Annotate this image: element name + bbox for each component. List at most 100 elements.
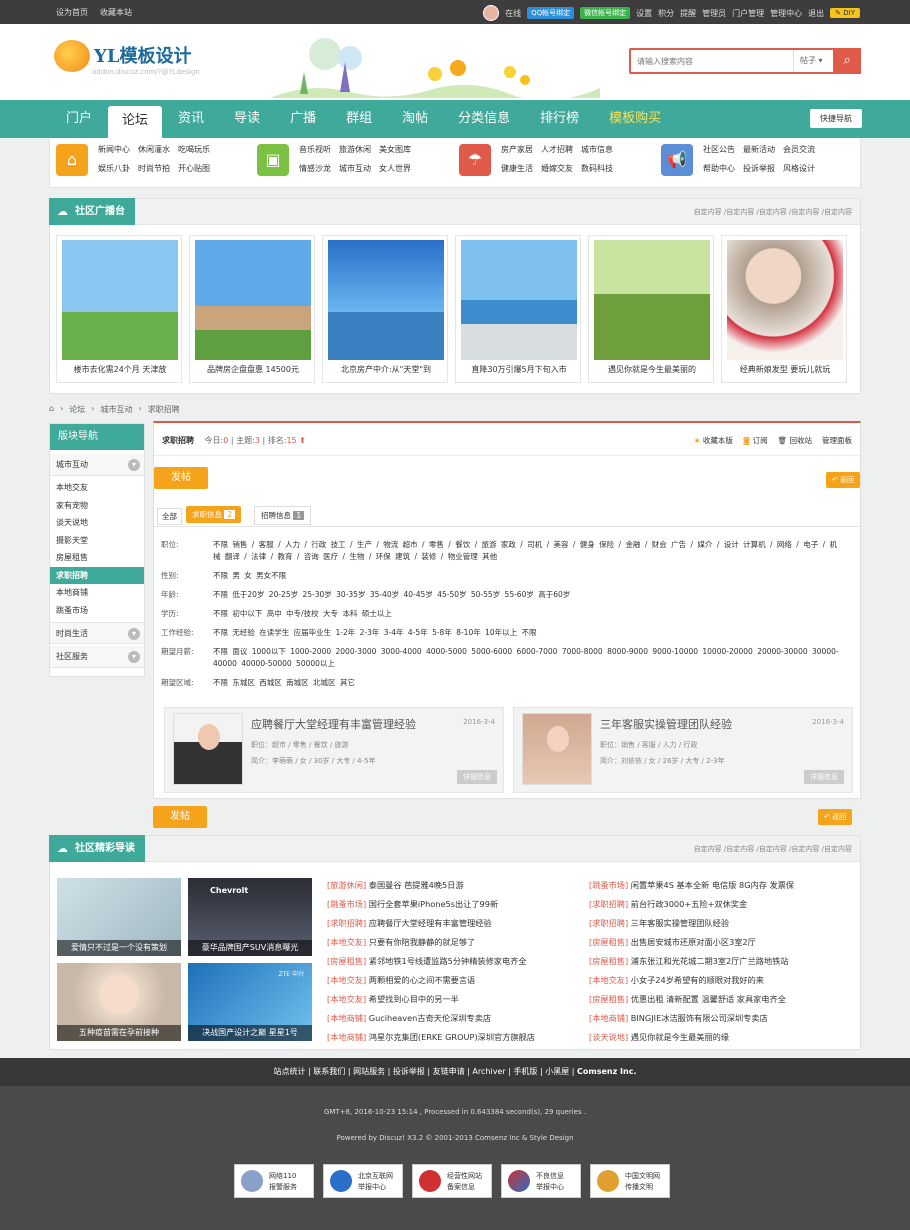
- subnav-link[interactable]: 休闲灌水: [138, 144, 170, 157]
- list-item[interactable]: [本地交友] 希望找到心目中的另一半: [327, 990, 535, 1009]
- home-icon[interactable]: ⌂: [49, 404, 54, 415]
- list-item[interactable]: [房屋租售] 紧邻地铁1号线遭监路5分钟精装修家电齐全: [327, 952, 535, 971]
- job-title[interactable]: 三年客服实操管理团队经验: [600, 716, 732, 732]
- subscribe-button[interactable]: ◙ 订阅: [743, 435, 768, 446]
- broadcast-slide[interactable]: 直降30万引爆5月下旬入市: [455, 235, 581, 383]
- footer-badge[interactable]: 北京互联网 举报中心: [323, 1164, 403, 1198]
- subnav-link[interactable]: 美女图库: [379, 144, 411, 157]
- subnav-link[interactable]: 最新活动: [743, 144, 775, 157]
- custom-link[interactable]: 自定内容: [694, 844, 727, 854]
- list-tag[interactable]: [求职招聘]: [327, 918, 366, 928]
- footer-badge[interactable]: 经营性网站 备案信息: [412, 1164, 492, 1198]
- topbar-link-center[interactable]: 管理中心: [770, 8, 802, 19]
- job-title[interactable]: 应聘餐厅大堂经理有丰富管理经验: [251, 716, 416, 732]
- subnav-link[interactable]: 城市互动: [339, 163, 371, 176]
- list-tag[interactable]: [跳蚤市场]: [327, 899, 366, 909]
- subnav-link[interactable]: 人才招聘: [541, 144, 573, 157]
- footer-link[interactable]: Archiver: [472, 1067, 505, 1076]
- subnav-link[interactable]: 吃喝玩乐: [178, 144, 210, 157]
- nav-item-rankings[interactable]: 排行榜: [526, 100, 593, 138]
- list-tag[interactable]: [本地交友]: [327, 994, 366, 1004]
- user-avatar[interactable]: [483, 5, 500, 21]
- back-button[interactable]: ↶ 返回: [825, 472, 860, 488]
- topbar-link-logout[interactable]: 退出: [808, 8, 824, 19]
- custom-link[interactable]: 自定内容: [726, 207, 759, 217]
- detail-button[interactable]: 详细信息: [457, 770, 497, 784]
- subnav-link[interactable]: 社区公告: [703, 144, 735, 157]
- list-title[interactable]: 泰国曼谷 芭提雅4晚5日游: [369, 880, 464, 890]
- custom-link[interactable]: 自定内容: [791, 207, 824, 217]
- sidebar-category[interactable]: 时尚生活: [50, 622, 144, 644]
- list-title[interactable]: 两颗相爱的心之间不需要言语: [369, 975, 475, 985]
- breadcrumb-item[interactable]: 求职招聘: [148, 404, 180, 415]
- topbar-link-notify[interactable]: 提醒: [680, 8, 696, 19]
- list-title[interactable]: 优惠出租 清新配置 温馨舒适 家具家电齐全: [631, 994, 786, 1004]
- list-item[interactable]: [本地交友] 两颗相爱的心之间不需要言语: [327, 971, 535, 990]
- footer-badge[interactable]: 不良信息 举报中心: [501, 1164, 581, 1198]
- nav-item-forum[interactable]: 论坛: [108, 106, 163, 138]
- list-title[interactable]: 浦东张江和光花城二期3室2厅广兰路地铁站: [631, 956, 789, 966]
- subnav-link[interactable]: 数码科技: [581, 163, 613, 176]
- footer-badge[interactable]: 网络110 报警服务: [234, 1164, 314, 1198]
- filter-options[interactable]: 不限 东城区 西城区 南城区 北城区 其它: [213, 677, 843, 689]
- custom-link[interactable]: 自定内容: [824, 207, 852, 217]
- subnav-link[interactable]: 女人世界: [379, 163, 411, 176]
- filter-options[interactable]: 不限 男 女 男女不限: [213, 570, 843, 582]
- sidebar-item[interactable]: 跳蚤市场: [50, 602, 144, 620]
- list-tag[interactable]: [房屋租售]: [327, 956, 366, 966]
- list-item[interactable]: [跳蚤市场] 闲置苹果4S 基本全新 电信版 8G内存 发票保: [589, 876, 794, 895]
- filter-options[interactable]: 不限 初中以下 高中 中专/技校 大专 本科 硕士以上: [213, 608, 843, 620]
- nav-item-portal[interactable]: 门户: [52, 100, 106, 138]
- guide-image[interactable]: ZTE 中兴 决战国产设计之巅 星星1号: [188, 963, 312, 1041]
- list-title[interactable]: 只要有你陪我静静的就足够了: [369, 937, 475, 947]
- breadcrumb-item[interactable]: 论坛: [69, 404, 85, 415]
- custom-link[interactable]: 自定内容: [759, 844, 792, 854]
- list-tag[interactable]: [本地交友]: [327, 937, 366, 947]
- list-title[interactable]: 国行全套苹果iPhone5s出让了99新: [369, 899, 498, 909]
- list-item[interactable]: [房屋租售] 出售居安城市还原对面小区3室2厅: [589, 933, 794, 952]
- filter-options[interactable]: 不限 无经验 在读学生 应届毕业生 1-2年 2-3年 3-4年 4-5年 5-…: [213, 627, 843, 639]
- logo-icon[interactable]: [54, 40, 90, 72]
- broadcast-slide[interactable]: 北京房产中介:从"天堂"到: [322, 235, 448, 383]
- sidebar-item[interactable]: 摄影天堂: [50, 532, 144, 550]
- list-tag[interactable]: [本地商铺]: [327, 1013, 366, 1023]
- list-title[interactable]: 应聘餐厅大堂经理有丰富管理经验: [369, 918, 492, 928]
- list-item[interactable]: [求职招聘] 前台行政3000+五险+双休奖金: [589, 895, 794, 914]
- list-item[interactable]: [旅游休闲] 泰国曼谷 芭提雅4晚5日游: [327, 876, 535, 895]
- subnav-link[interactable]: 婚嫁交友: [541, 163, 573, 176]
- nav-item-guide[interactable]: 导读: [220, 100, 274, 138]
- list-title[interactable]: 紧邻地铁1号线遭监路5分钟精装修家电齐全: [369, 956, 527, 966]
- sidebar-item-active[interactable]: 求职招聘: [50, 566, 144, 584]
- list-item[interactable]: [房屋租售] 优惠出租 清新配置 温馨舒适 家具家电齐全: [589, 990, 794, 1009]
- broadcast-slide[interactable]: 品牌房企盘盘惠 14500元: [189, 235, 315, 383]
- subnav-link[interactable]: 城市信息: [581, 144, 613, 157]
- list-tag[interactable]: [求职招聘]: [589, 918, 628, 928]
- list-tag[interactable]: [跳蚤市场]: [589, 880, 628, 890]
- list-tag[interactable]: [旅游休闲]: [327, 880, 366, 890]
- footer-link[interactable]: 手机版: [513, 1067, 537, 1076]
- breadcrumb-item[interactable]: 城市互动: [100, 404, 132, 415]
- subnav-link[interactable]: 房产家居: [501, 144, 533, 157]
- list-tag[interactable]: [本地交友]: [327, 975, 366, 985]
- list-tag[interactable]: [房屋租售]: [589, 937, 628, 947]
- job-card[interactable]: 应聘餐厅大堂经理有丰富管理经验 2016-3-4 职位：超市 / 零售 / 餐饮…: [164, 707, 504, 793]
- list-title[interactable]: 三年客服实操管理团队经验: [631, 918, 729, 928]
- footer-link[interactable]: 网站服务: [353, 1067, 385, 1076]
- sidebar-item[interactable]: 本地商铺: [50, 584, 144, 602]
- sidebar-category[interactable]: 社区服务: [50, 646, 144, 668]
- footer-link[interactable]: 投诉举报: [393, 1067, 425, 1076]
- list-title[interactable]: 前台行政3000+五险+双休奖金: [631, 899, 747, 909]
- footer-link[interactable]: Comsenz Inc.: [577, 1067, 636, 1076]
- list-tag[interactable]: [求职招聘]: [589, 899, 628, 909]
- list-item[interactable]: [本地交友] 只要有你陪我静静的就足够了: [327, 933, 535, 952]
- sidebar-item[interactable]: 谈天说地: [50, 514, 144, 532]
- custom-link[interactable]: 自定内容: [759, 207, 792, 217]
- list-title[interactable]: 遇见你就是今生最美丽的缘: [631, 1032, 729, 1042]
- list-title[interactable]: 出售居安城市还原对面小区3室2厅: [631, 937, 756, 947]
- subnav-link[interactable]: 健康生活: [501, 163, 533, 176]
- subnav-link[interactable]: 新闻中心: [98, 144, 130, 157]
- custom-link[interactable]: 自定内容: [824, 844, 852, 854]
- subnav-link[interactable]: 娱乐八卦: [98, 163, 130, 176]
- back-button-bottom[interactable]: ↶ 返回: [818, 809, 853, 825]
- online-status[interactable]: 在线: [505, 8, 521, 19]
